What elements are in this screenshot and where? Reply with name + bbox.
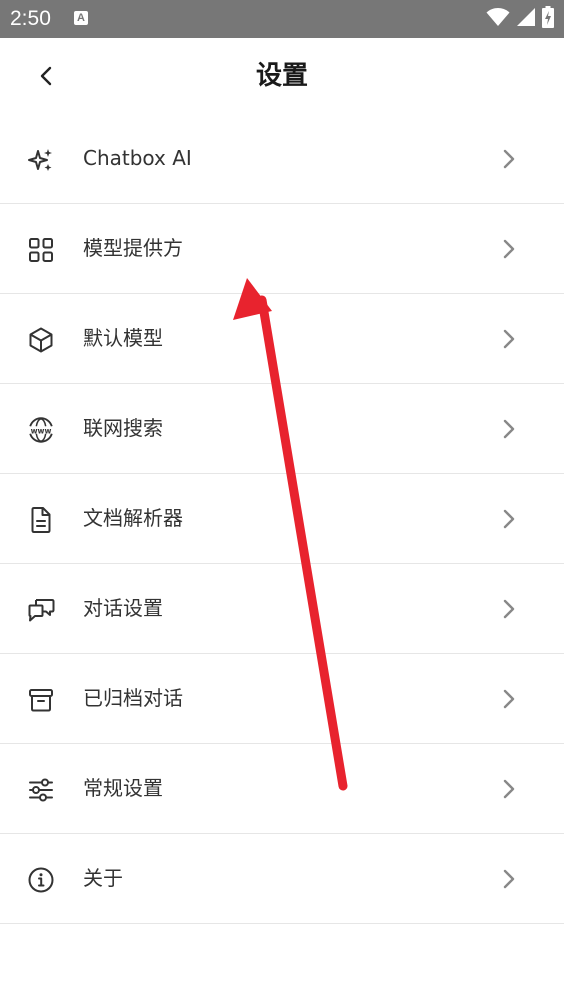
- menu-item-archived-chats[interactable]: 已归档对话: [0, 654, 564, 744]
- chevron-right-icon: [499, 687, 519, 711]
- menu-item-general-settings[interactable]: 常规设置: [0, 744, 564, 834]
- chevron-right-icon: [499, 777, 519, 801]
- menu-item-about[interactable]: 关于: [0, 834, 564, 924]
- info-icon: [26, 865, 56, 895]
- chevron-right-icon: [499, 417, 519, 441]
- menu-item-document-parser[interactable]: 文档解析器: [0, 474, 564, 564]
- menu-item-label: 已归档对话: [83, 686, 183, 710]
- chevron-right-icon: [499, 507, 519, 531]
- signal-icon: [516, 7, 536, 31]
- chevron-right-icon: [499, 867, 519, 891]
- sparkles-icon: [26, 145, 56, 175]
- menu-item-label: 常规设置: [83, 776, 163, 800]
- settings-menu: Chatbox AI 模型提供方 默认模型 www 联网搜索 文档解析器 对话设…: [0, 114, 564, 924]
- menu-item-label: 默认模型: [83, 326, 163, 350]
- status-bar: 2:50 A: [0, 0, 564, 38]
- menu-item-label: 模型提供方: [83, 236, 183, 260]
- system-icons: [486, 6, 554, 32]
- menu-item-default-model[interactable]: 默认模型: [0, 294, 564, 384]
- menu-item-label: 关于: [83, 866, 123, 890]
- chevron-right-icon: [499, 597, 519, 621]
- app-header: 设置: [0, 38, 564, 114]
- battery-charging-icon: [542, 6, 554, 32]
- menu-item-label: 对话设置: [83, 596, 163, 620]
- menu-item-label: 联网搜索: [83, 416, 163, 440]
- menu-item-chat-settings[interactable]: 对话设置: [0, 564, 564, 654]
- globe-www-icon: www: [26, 415, 56, 445]
- chevron-right-icon: [499, 147, 519, 171]
- cube-icon: [26, 325, 56, 355]
- wifi-icon: [486, 7, 510, 31]
- menu-item-chatbox-ai[interactable]: Chatbox AI: [0, 114, 564, 204]
- chevron-right-icon: [499, 237, 519, 261]
- notification-badge-icon: A: [74, 11, 88, 25]
- menu-item-label: Chatbox AI: [83, 146, 192, 170]
- svg-text:www: www: [31, 426, 52, 435]
- status-time: 2:50: [10, 7, 51, 30]
- page-title: 设置: [255, 61, 308, 91]
- archive-icon: [26, 685, 56, 715]
- document-icon: [26, 505, 56, 535]
- chevron-right-icon: [499, 327, 519, 351]
- grid-icon: [26, 235, 56, 265]
- sliders-icon: [26, 775, 56, 805]
- menu-item-model-provider[interactable]: 模型提供方: [0, 204, 564, 294]
- menu-item-web-search[interactable]: www 联网搜索: [0, 384, 564, 474]
- chat-bubbles-icon: [26, 595, 56, 625]
- menu-item-label: 文档解析器: [83, 506, 183, 530]
